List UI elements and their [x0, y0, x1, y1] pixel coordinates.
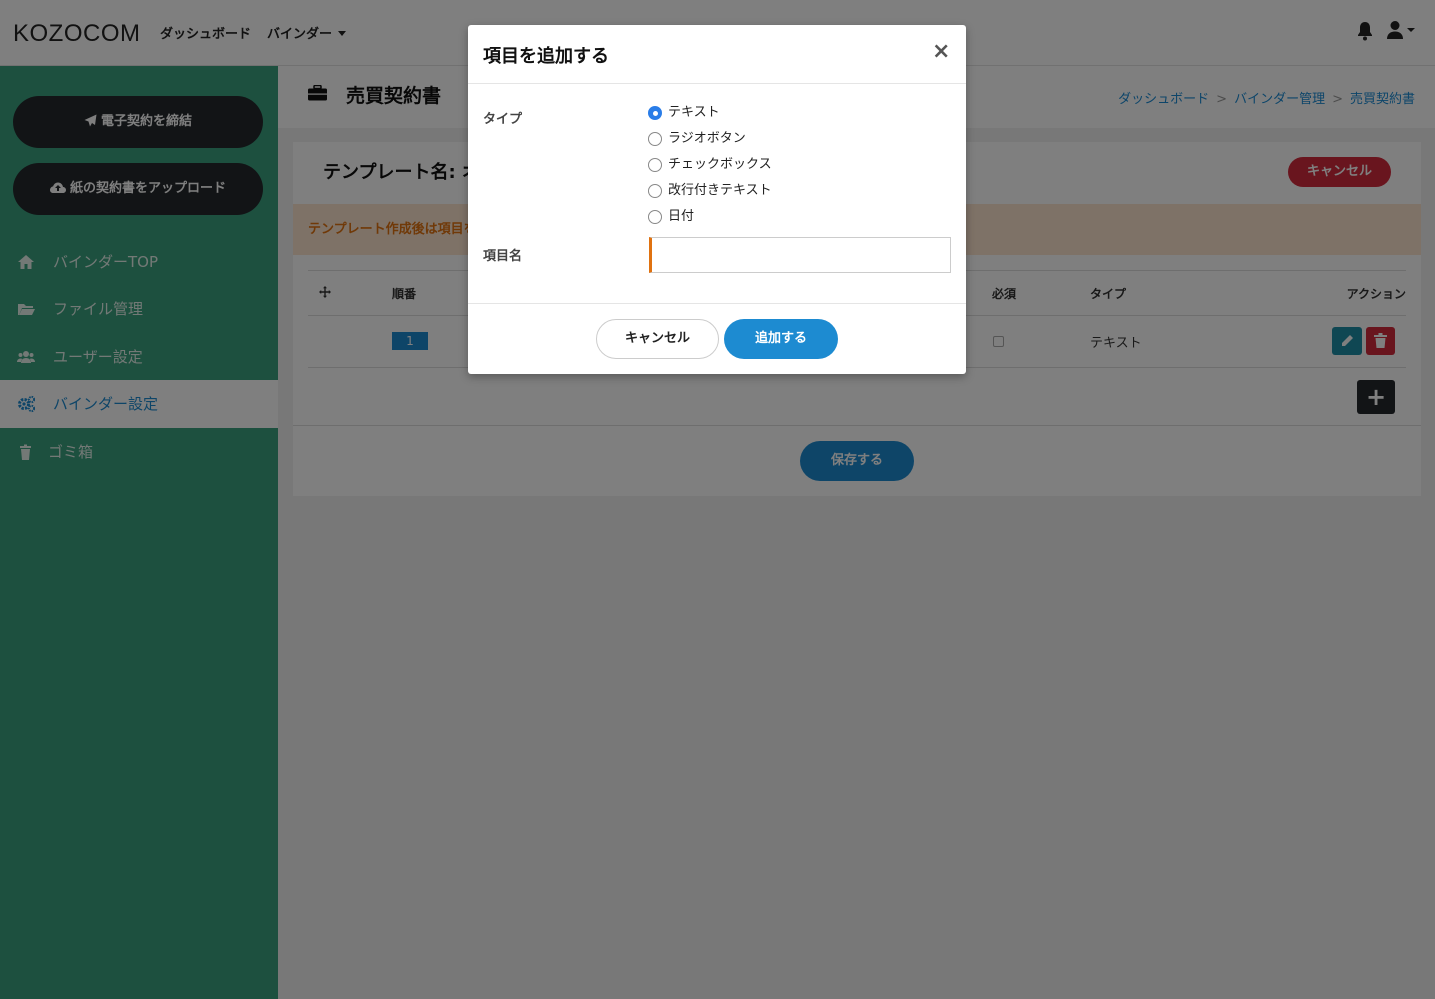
add-item-modal: 項目を追加する × タイプ テキスト ラジオボタン チェックボックス 改行付きテ…: [468, 25, 966, 374]
radio-button[interactable]: [648, 158, 662, 172]
item-name-input[interactable]: [649, 237, 951, 273]
modal-add-button[interactable]: 追加する: [724, 319, 838, 359]
item-name-label: 項目名: [483, 249, 523, 264]
close-icon[interactable]: ×: [932, 39, 950, 64]
type-label: タイプ: [483, 112, 523, 127]
radio-button[interactable]: [648, 132, 662, 146]
modal-cancel-button[interactable]: キャンセル: [596, 319, 719, 359]
modal-footer-divider: [468, 303, 966, 304]
radio-label: テキスト: [668, 105, 720, 120]
radio-button[interactable]: [648, 106, 662, 120]
radio-button[interactable]: [648, 184, 662, 198]
modal-title: 項目を追加する: [483, 46, 609, 67]
radio-label: ラジオボタン: [668, 131, 746, 146]
radio-button[interactable]: [648, 210, 662, 224]
radio-label: 日付: [668, 209, 695, 224]
modal-header: 項目を追加する ×: [468, 25, 966, 84]
radio-label: 改行付きテキスト: [668, 183, 772, 198]
radio-label: チェックボックス: [668, 157, 772, 172]
